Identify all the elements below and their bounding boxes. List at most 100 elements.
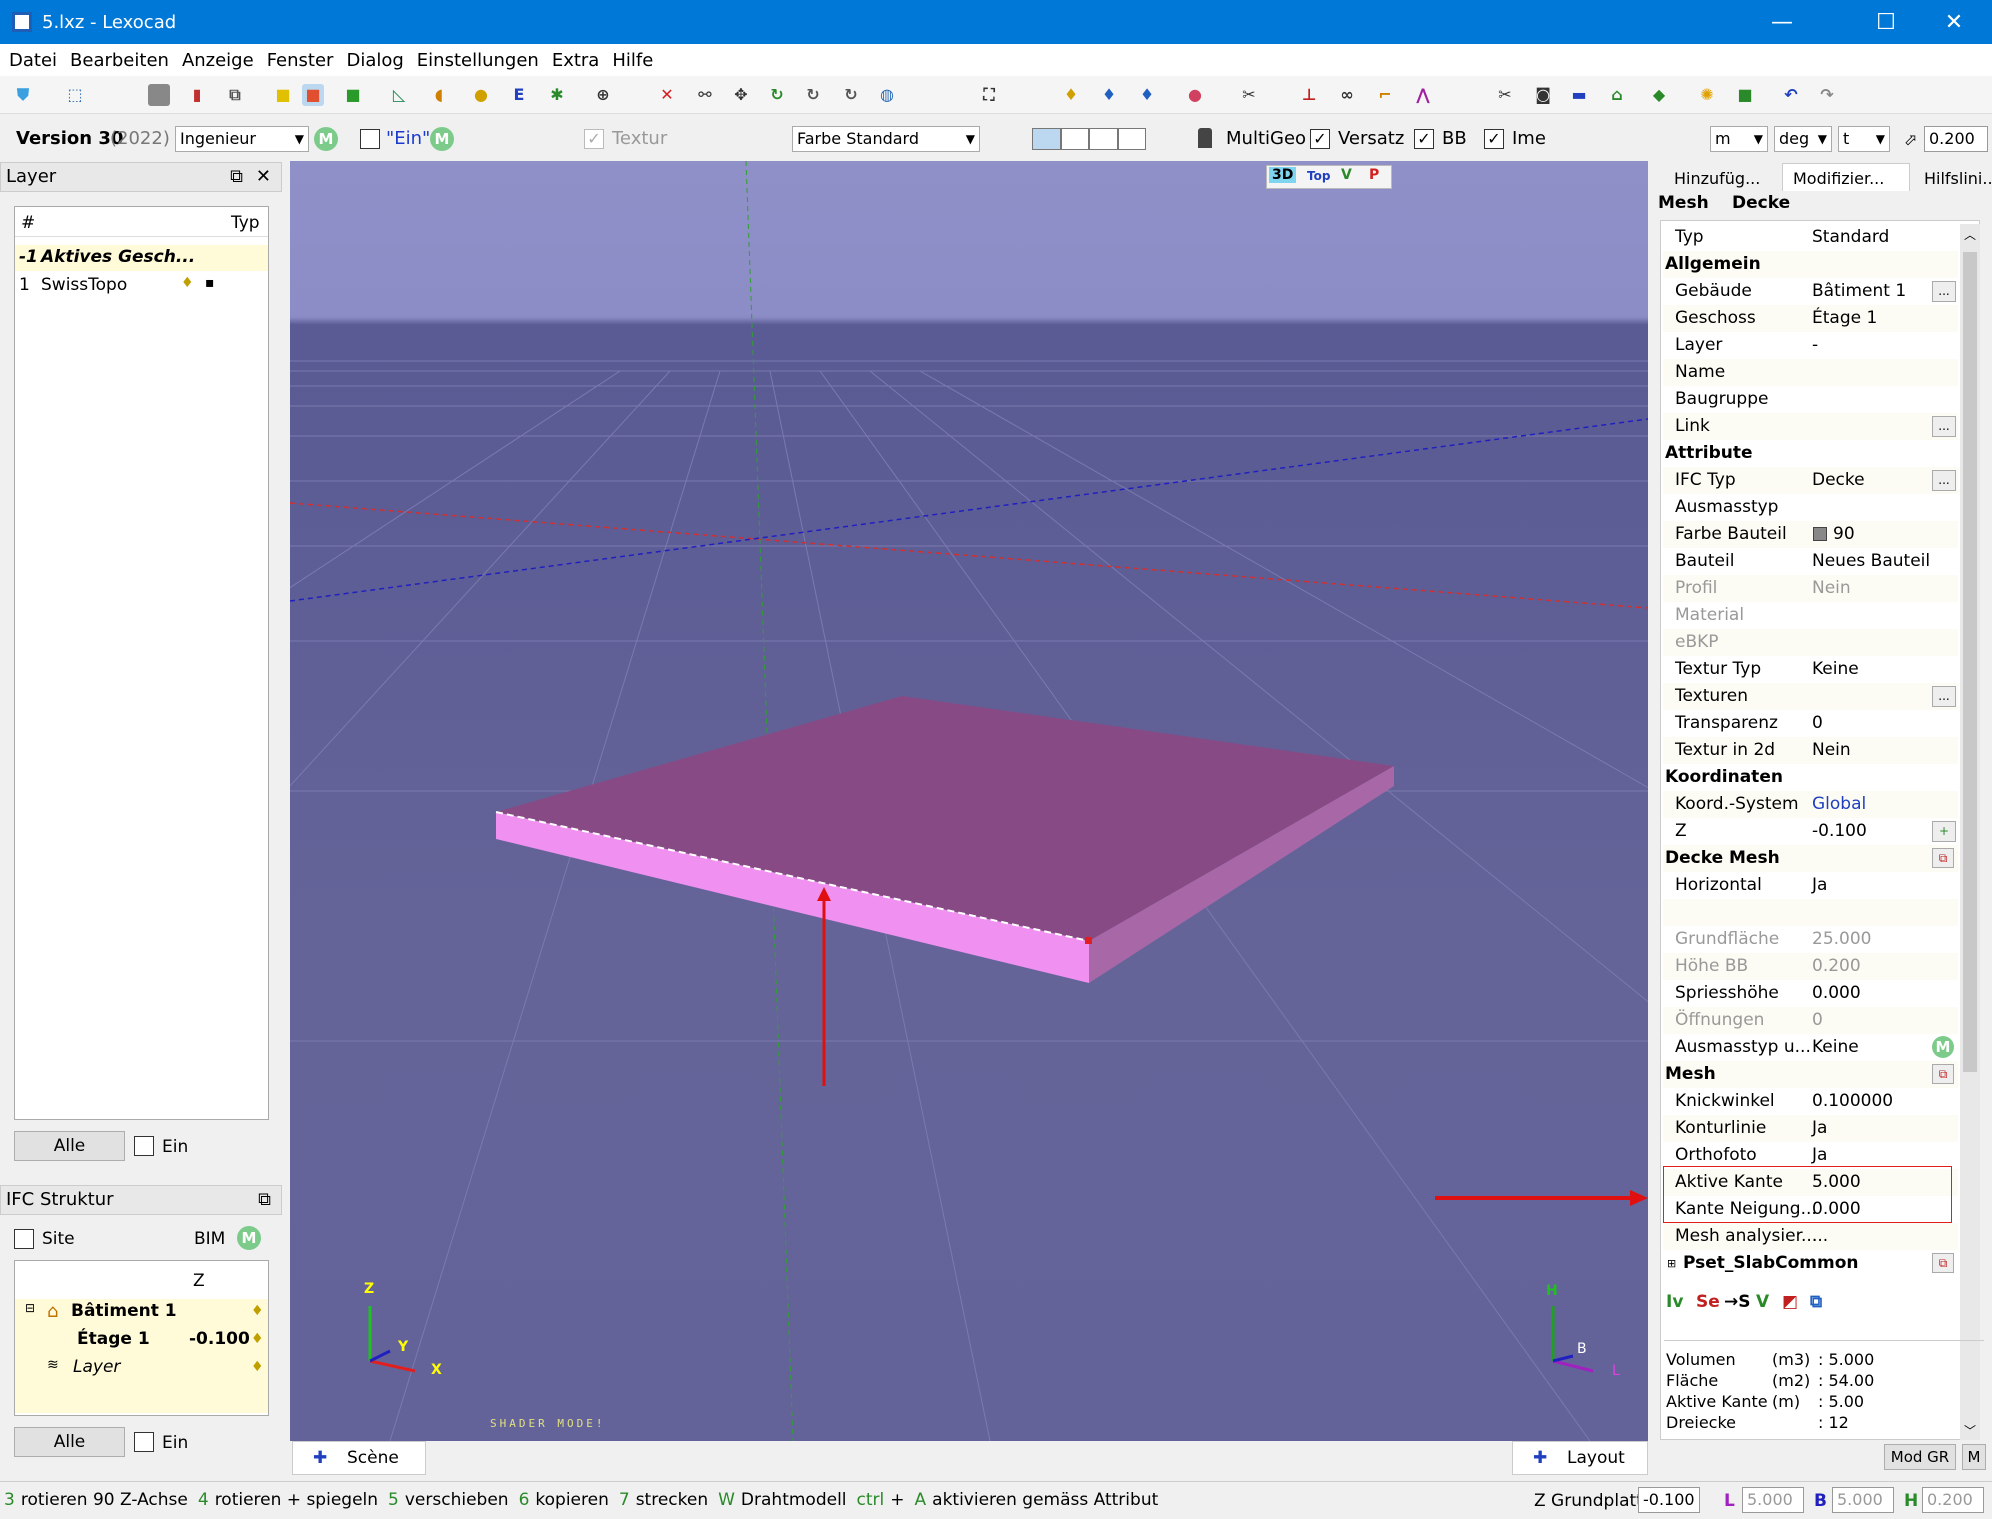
unit-length-select[interactable]: m ▼ (1710, 126, 1768, 152)
globe-icon[interactable]: ◍ (876, 84, 898, 106)
property-value[interactable]: Global (1812, 791, 1866, 818)
b-input[interactable]: 5.000 (1832, 1487, 1894, 1513)
property-value[interactable]: 0.200 (1812, 953, 1861, 980)
ifc-layer[interactable]: Layer (73, 1357, 120, 1377)
expand-icon[interactable]: ⊞ (1667, 1250, 1676, 1277)
bulb-icon[interactable]: ♦ (251, 1303, 264, 1319)
property-value[interactable]: 0.000 (1812, 980, 1861, 1007)
car-icon[interactable]: ▬ (1568, 84, 1590, 106)
versatz-checkbox[interactable]: ✓ (1310, 129, 1330, 149)
property-row[interactable]: IFC Typ Decke... (1663, 467, 1958, 494)
tab-layout[interactable]: ✚ Layout (1512, 1441, 1648, 1475)
to-s-icon[interactable]: →S (1724, 1292, 1751, 1312)
unit-angle-select[interactable]: deg ▼ (1774, 126, 1832, 152)
property-row[interactable]: Geschoss Étage 1 (1663, 305, 1958, 332)
e-icon[interactable]: E (508, 84, 530, 106)
h-input[interactable]: 0.200 (1922, 1487, 1984, 1513)
property-value[interactable]: Decke (1812, 467, 1865, 494)
layer-row[interactable]: 1 SwissTopo ♦ ▪ (15, 273, 268, 299)
view-tab-top[interactable]: Top (1307, 169, 1330, 183)
move-icon[interactable]: ✥ (730, 84, 752, 106)
minimize-button[interactable]: — (1752, 0, 1812, 44)
property-group[interactable]: Koordinaten (1663, 764, 1958, 791)
ellipse-icon[interactable]: ● (470, 84, 492, 106)
property-value[interactable]: 0 (1812, 1007, 1823, 1034)
layer-ein-checkbox[interactable] (134, 1136, 154, 1156)
property-value[interactable]: Standard (1812, 224, 1889, 251)
property-row[interactable]: Orthofoto Ja (1663, 1142, 1958, 1169)
menu-fenster[interactable]: Fenster (267, 50, 334, 71)
property-value[interactable]: Keine (1812, 1034, 1859, 1061)
property-value[interactable]: - (1812, 332, 1818, 359)
property-row[interactable]: Mesh analysier...... (1663, 1223, 1958, 1250)
corner-icon[interactable]: ⌐ (1374, 84, 1396, 106)
property-row[interactable]: Koord.-System Global (1663, 791, 1958, 818)
ime-checkbox[interactable]: ✓ (1484, 129, 1504, 149)
property-group[interactable]: Attribute (1663, 440, 1958, 467)
property-row[interactable]: Layer - (1663, 332, 1958, 359)
box-red-icon[interactable]: ■ (302, 84, 324, 106)
bulb-icon[interactable]: ♦ (251, 1331, 264, 1347)
angle-icon[interactable]: ◺ (388, 84, 410, 106)
redo-icon[interactable]: ↷ (1816, 84, 1838, 106)
ifc-ein-checkbox[interactable] (134, 1432, 154, 1452)
pair-icon[interactable]: ● (1184, 84, 1206, 106)
scroll-up-icon[interactable]: ︿ (1964, 226, 1976, 243)
lock-icon[interactable] (1198, 128, 1212, 148)
view-tab-3d[interactable]: 3D (1269, 167, 1297, 183)
view-tab-p[interactable]: P (1369, 167, 1379, 183)
ein-checkbox[interactable] (360, 129, 380, 149)
scroll-thumb[interactable] (1963, 252, 1977, 1072)
layout-switcher[interactable] (1032, 128, 1146, 150)
property-group[interactable]: Allgemein (1663, 251, 1958, 278)
property-value[interactable]: 0.100000 (1812, 1088, 1893, 1115)
farbe-select[interactable]: Farbe Standard ▼ (792, 126, 980, 152)
bim-m-badge[interactable]: M (237, 1226, 261, 1250)
mod-gr-button[interactable]: Mod GR (1884, 1444, 1956, 1470)
zoom-icon[interactable]: ⊕ (592, 84, 614, 106)
ellipsis-button[interactable]: ... (1932, 416, 1956, 437)
pin-icon[interactable]: ♦ (1098, 84, 1120, 106)
unit-mass-select[interactable]: t ▼ (1838, 126, 1890, 152)
property-row[interactable]: Typ Standard (1663, 224, 1958, 251)
property-value[interactable]: Bâtiment 1 (1812, 278, 1906, 305)
property-value[interactable]: Étage 1 (1812, 305, 1877, 332)
property-row[interactable]: BauteilNeues Bauteil 317 (1663, 548, 1958, 598)
copy-icon[interactable]: ⧉ (1932, 1253, 1954, 1273)
copy-icon[interactable]: ⧉ (1932, 1064, 1954, 1084)
menu-datei[interactable]: Datei (9, 50, 57, 71)
property-group[interactable]: Mesh ⧉ (1663, 1061, 1958, 1088)
property-row[interactable]: Spriesshöhe 0.000 (1663, 980, 1958, 1007)
book-icon[interactable]: ▮ (186, 84, 208, 106)
thickness-input[interactable]: 0.200 (1924, 126, 1988, 152)
export-icon[interactable]: ■ (1734, 84, 1756, 106)
property-row[interactable]: Profil Nein (1663, 575, 1958, 602)
layout-split-icon[interactable] (1060, 128, 1089, 150)
3d-viewport[interactable]: 3D Top V P Z Y X H B L SHADER MODE! (290, 161, 1648, 1441)
box-yellow-icon[interactable]: ■ (272, 84, 294, 106)
m-button[interactable]: M (1962, 1444, 1986, 1470)
pin-alt-icon[interactable]: ♦ (1136, 84, 1158, 106)
property-value[interactable]: Ja (1812, 1115, 1827, 1142)
camera-icon[interactable]: ◙ (1532, 84, 1554, 106)
property-row[interactable]: Textur Typ Keine (1663, 656, 1958, 683)
property-value[interactable]: 90 (1833, 521, 1855, 548)
shield-icon[interactable]: ⛊ (12, 84, 34, 106)
property-value[interactable]: ... (1812, 1223, 1828, 1250)
property-row[interactable]: Öffnungen 0 (1663, 1007, 1958, 1034)
property-value[interactable]: 25.000 (1812, 926, 1871, 953)
property-value[interactable]: -0.100 (1812, 818, 1867, 845)
house-icon[interactable]: ⌂ (1606, 84, 1628, 106)
frame-icon[interactable]: ⛶ (978, 84, 1000, 106)
zigzag-icon[interactable]: ⋀ (1412, 84, 1434, 106)
m-badge-2[interactable]: M (430, 127, 454, 151)
add-button[interactable]: + (1932, 821, 1956, 842)
copy-icon[interactable]: ⧉ (1932, 848, 1954, 868)
property-value[interactable]: Nein (1812, 575, 1851, 602)
property-value[interactable]: 0 (1812, 710, 1823, 737)
rotate-alt2-icon[interactable]: ↻ (840, 84, 862, 106)
ifc-all-button[interactable]: Alle (14, 1427, 125, 1457)
property-row[interactable]: Knickwinkel 0.100000 (1663, 1088, 1958, 1115)
bulb-icon[interactable]: ♦ (251, 1359, 264, 1375)
property-value[interactable]: Ja (1812, 872, 1827, 899)
